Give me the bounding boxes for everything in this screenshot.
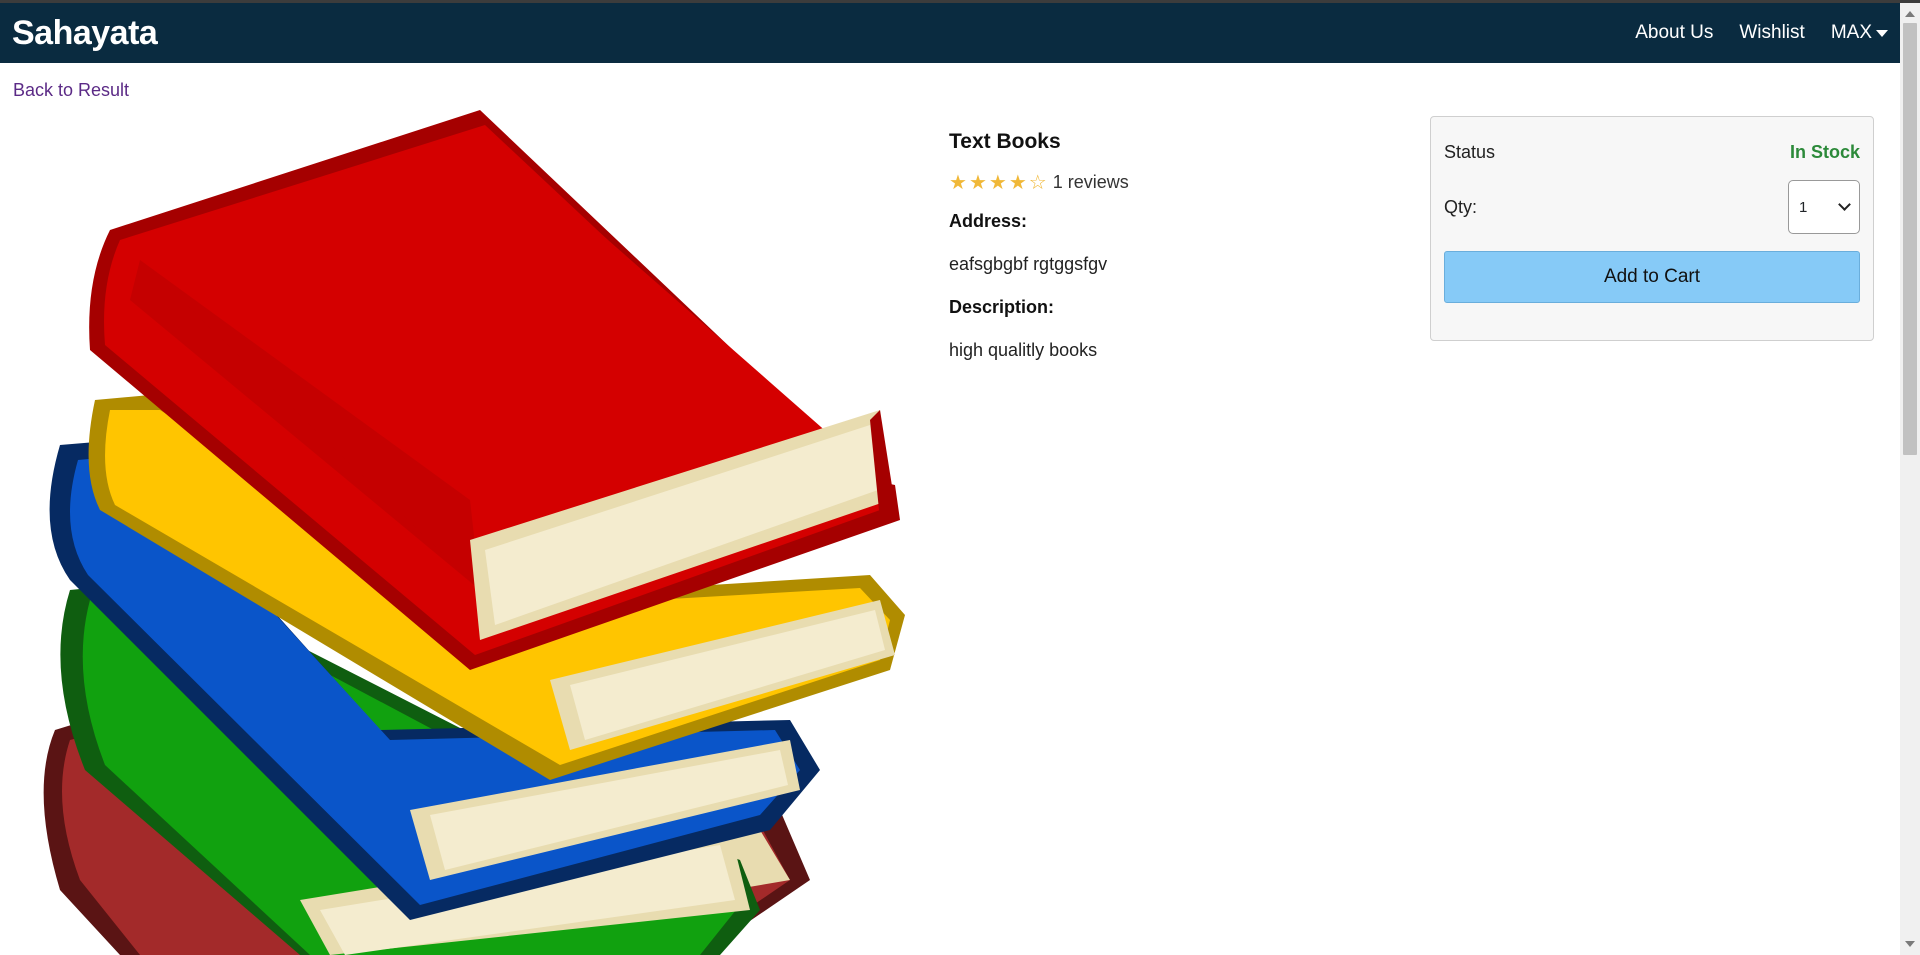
star-icon: ★ — [968, 171, 987, 194]
address-value: eafsgbgbf rgtggsfgv — [949, 254, 1108, 274]
qty-value: 1 — [1799, 198, 1808, 216]
star-icon: ★ — [988, 171, 1007, 194]
star-icon: ★ — [1008, 171, 1027, 194]
nav-about-us[interactable]: About Us — [1635, 22, 1713, 44]
reviews-count: 1 reviews — [1052, 172, 1129, 192]
caret-down-icon — [1876, 29, 1888, 37]
nav-links: About Us Wishlist MAX — [1635, 22, 1888, 44]
books-stack-illustration — [43, 110, 906, 955]
star-empty-icon: ☆ — [1028, 171, 1047, 194]
back-to-result-link[interactable]: Back to Result — [13, 80, 129, 101]
star-icon: ★ — [949, 171, 967, 194]
scroll-down-arrow-icon[interactable] — [1905, 941, 1915, 947]
product-title: Text Books — [949, 130, 1061, 153]
description-value: high qualitly books — [949, 340, 1098, 360]
qty-label: Qty: — [1444, 196, 1478, 217]
qty-select[interactable]: 1 — [1788, 180, 1860, 234]
address-label: Address: — [949, 211, 1028, 231]
add-to-cart-button[interactable]: Add to Cart — [1444, 251, 1860, 303]
status-row: Status In Stock — [1444, 117, 1860, 177]
navbar: Sahayata About Us Wishlist MAX — [0, 3, 1900, 63]
status-label: Status — [1444, 141, 1496, 162]
qty-row: Qty: 1 — [1444, 177, 1860, 237]
stock-status: In Stock — [1789, 141, 1860, 162]
rating: ★ ★ ★ ★ ☆ 1 reviews — [949, 172, 1399, 193]
description-label: Description: — [949, 297, 1055, 317]
user-menu-dropdown[interactable]: MAX — [1831, 22, 1888, 44]
scroll-thumb[interactable] — [1903, 23, 1917, 455]
product-image — [0, 110, 930, 955]
chevron-down-icon — [1838, 198, 1851, 211]
user-name: MAX — [1830, 22, 1872, 43]
cart-card: Status In Stock Qty: 1 Add to Cart — [1430, 116, 1874, 341]
brand-logo[interactable]: Sahayata — [12, 14, 158, 53]
nav-wishlist[interactable]: Wishlist — [1739, 22, 1804, 44]
scroll-up-arrow-icon[interactable] — [1905, 11, 1915, 17]
product-info: Text Books ★ ★ ★ ★ ☆ 1 reviews Address: … — [949, 130, 1399, 383]
vertical-scrollbar[interactable] — [1900, 3, 1920, 955]
